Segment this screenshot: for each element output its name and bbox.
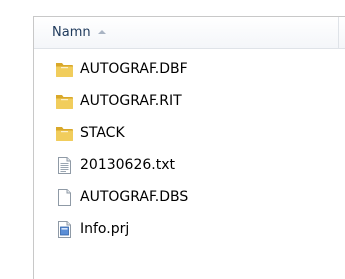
file-list: AUTOGRAF.DBF AUTOGRAF.RIT STACK 20130626…	[34, 53, 345, 245]
file-name: 20130626.txt	[80, 157, 175, 173]
file-name: STACK	[80, 125, 125, 141]
list-item-file-autograf-dbs[interactable]: AUTOGRAF.DBS	[34, 181, 345, 213]
file-name: AUTOGRAF.RIT	[80, 93, 182, 109]
file-list-pane: Namn AUTOGRAF.DBF AUTOGRAF.RIT STACK 201…	[33, 16, 345, 279]
list-item-folder-stack[interactable]: STACK	[34, 117, 345, 149]
column-header-bar: Namn	[34, 17, 345, 49]
name-column-label: Namn	[52, 25, 91, 40]
file-name: Info.prj	[80, 221, 130, 237]
list-item-file-20130626-txt[interactable]: 20130626.txt	[34, 149, 345, 181]
folder-icon	[55, 92, 74, 111]
project-file-icon	[55, 220, 74, 239]
sort-ascending-icon	[97, 29, 106, 34]
file-name: AUTOGRAF.DBF	[80, 61, 188, 77]
list-item-folder-autograf-rit[interactable]: AUTOGRAF.RIT	[34, 85, 345, 117]
column-divider[interactable]	[338, 17, 339, 48]
blank-file-icon	[55, 188, 74, 207]
name-column-header[interactable]: Namn	[34, 17, 338, 48]
list-item-file-info-prj[interactable]: Info.prj	[34, 213, 345, 245]
folder-icon	[55, 124, 74, 143]
list-item-folder-autograf-dbf[interactable]: AUTOGRAF.DBF	[34, 53, 345, 85]
folder-icon	[55, 60, 74, 79]
file-name: AUTOGRAF.DBS	[80, 189, 189, 205]
text-file-icon	[55, 156, 74, 175]
